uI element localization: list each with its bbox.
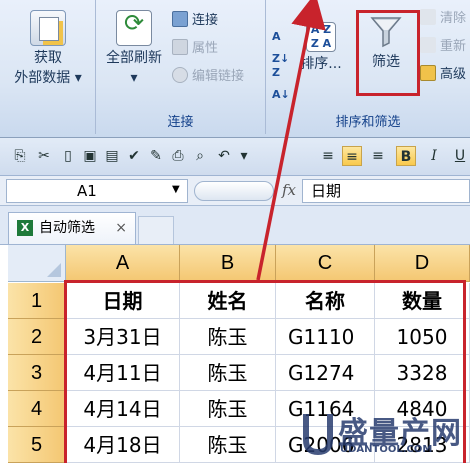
cell-b3[interactable]: 陈玉 (180, 355, 276, 391)
bold-icon[interactable]: B (396, 146, 416, 166)
close-icon[interactable]: × (115, 213, 127, 243)
cell-b1[interactable]: 姓名 (180, 283, 276, 319)
zoom-icon[interactable]: ⌕ (190, 146, 210, 166)
cell-c1[interactable]: 名称 (276, 283, 375, 319)
group-label-connections: 连接 (167, 115, 194, 130)
formula-bar: A1 ▼ fx 日期 (0, 176, 470, 206)
formula-input[interactable]: 日期 (302, 179, 470, 203)
sort-button[interactable]: A ZZ A 排序... (296, 22, 346, 74)
name-box[interactable]: A1 (6, 179, 188, 203)
cell-a4[interactable]: 4月14日 (66, 391, 180, 427)
row-header-3[interactable]: 3 (8, 355, 66, 391)
align-left-icon[interactable]: ≡ (318, 146, 338, 166)
print-preview-icon[interactable]: ▤ (102, 146, 122, 166)
clear-filter-button[interactable]: 清除 (420, 8, 466, 30)
group-get-external: 获取 外部数据 ▾ (0, 0, 96, 134)
excel-file-icon: X (17, 220, 33, 236)
cell-a1[interactable]: 日期 (66, 283, 180, 319)
cell-c2[interactable]: G1110 (276, 319, 375, 355)
cell-d1[interactable]: 数量 (375, 283, 470, 319)
cell-b4[interactable]: 陈玉 (180, 391, 276, 427)
select-all-corner[interactable] (8, 245, 66, 282)
new-document-icon[interactable]: ▯ (58, 146, 78, 166)
column-header-c[interactable]: C (276, 245, 375, 282)
row-header-4[interactable]: 4 (8, 391, 66, 427)
copy-icon[interactable]: ⎘ (10, 146, 30, 166)
cell-b2[interactable]: 陈玉 (180, 319, 276, 355)
cell-a2[interactable]: 3月31日 (66, 319, 180, 355)
row-header-2[interactable]: 2 (8, 319, 66, 355)
group-connections: 全部刷新 ▾ 连接 属性 编辑链接 连接 (96, 0, 266, 134)
workbook-tabstrip: X 自动筛选 × (0, 206, 470, 244)
filter-funnel-icon (369, 14, 403, 48)
spell-check-icon[interactable]: ✔ (124, 146, 144, 166)
save-icon[interactable]: ▣ (80, 146, 100, 166)
undo-dropdown-icon[interactable]: ▾ (234, 146, 254, 166)
workbook-tab[interactable]: X 自动筛选 × (8, 212, 136, 244)
insert-function-icon[interactable]: fx (282, 181, 296, 199)
undo-icon[interactable]: ↶ (214, 146, 234, 166)
workbook-tab-label: 自动筛选 (39, 220, 95, 236)
cell-d4[interactable]: 4840 (375, 391, 470, 427)
name-box-dropdown-icon[interactable]: ▼ (172, 184, 180, 195)
underline-icon[interactable]: U (450, 146, 470, 166)
link-icon (172, 67, 188, 83)
formula-bar-resize-handle[interactable] (194, 181, 274, 201)
spreadsheet-grid: A B C D 1 日期 姓名 名称 数量 2 3月31日 陈玉 G1110 1050 3 4月11日 陈玉 G1… (0, 244, 470, 463)
cell-c4[interactable]: G1164 (276, 391, 375, 427)
align-center-icon[interactable]: ≡ (342, 146, 362, 166)
advanced-filter-button[interactable]: 高级 (420, 64, 466, 86)
refresh-icon (116, 10, 152, 46)
external-data-icon (30, 10, 66, 46)
new-tab-area[interactable] (138, 216, 174, 244)
cell-c3[interactable]: G1274 (276, 355, 375, 391)
group-sort-filter: A Z↓ Z A↓ A ZZ A 排序... 筛选 清除 重新 高级 排序和筛选 (266, 0, 470, 134)
cell-a5[interactable]: 4月18日 (66, 427, 180, 463)
sort-descending-button[interactable]: Z A↓ (272, 62, 290, 101)
row-header-1[interactable]: 1 (8, 283, 66, 319)
column-header-d[interactable]: D (375, 245, 470, 282)
cell-c5[interactable]: G2006 (276, 427, 375, 463)
reapply-button[interactable]: 重新 (420, 36, 466, 58)
format-painter-icon[interactable]: ✎ (146, 146, 166, 166)
properties-button[interactable]: 属性 (172, 38, 218, 60)
advanced-filter-icon (420, 65, 436, 81)
sort-ascending-button[interactable]: A Z↓ (272, 26, 289, 65)
sort-dialog-icon: A ZZ A (306, 22, 336, 52)
edit-links-button[interactable]: 编辑链接 (172, 66, 244, 88)
cell-d3[interactable]: 3328 (375, 355, 470, 391)
column-header-b[interactable]: B (180, 245, 276, 282)
connections-icon (172, 11, 188, 27)
sort-ascending-icon: A Z↓ (272, 30, 290, 65)
connections-button[interactable]: 连接 (172, 10, 218, 32)
properties-icon (172, 39, 188, 55)
group-label-sort-filter: 排序和筛选 (335, 115, 401, 130)
italic-icon[interactable]: I (424, 146, 444, 166)
align-right-icon[interactable]: ≡ (368, 146, 388, 166)
cell-d5[interactable]: 2813 (375, 427, 470, 463)
get-external-data-button[interactable]: 获取 外部数据 ▾ (8, 10, 88, 88)
refresh-all-button[interactable]: 全部刷新 ▾ (100, 10, 168, 88)
ribbon: 获取 外部数据 ▾ 全部刷新 ▾ 连接 属性 编辑链接 连接 AZ↓ ZA↓ A… (0, 0, 470, 138)
print-icon[interactable]: ⎙ (168, 146, 188, 166)
cell-b5[interactable]: 陈玉 (180, 427, 276, 463)
filter-button[interactable]: 筛选 (356, 8, 416, 72)
row-header-5[interactable]: 5 (8, 427, 66, 463)
sort-descending-icon: Z A↓ (272, 66, 290, 101)
clear-filter-icon (420, 9, 436, 25)
reapply-icon (420, 37, 436, 53)
cell-d2[interactable]: 1050 (375, 319, 470, 355)
formula-controls: fx (190, 179, 300, 203)
quick-access-toolbar: ⎘ ✂ ▯ ▣ ▤ ✔ ✎ ⎙ ⌕ ↶ ▾ ≡ ≡ ≡ B I U (0, 138, 470, 176)
cut-icon[interactable]: ✂ (34, 146, 54, 166)
cell-a3[interactable]: 4月11日 (66, 355, 180, 391)
column-header-a[interactable]: A (66, 245, 180, 282)
